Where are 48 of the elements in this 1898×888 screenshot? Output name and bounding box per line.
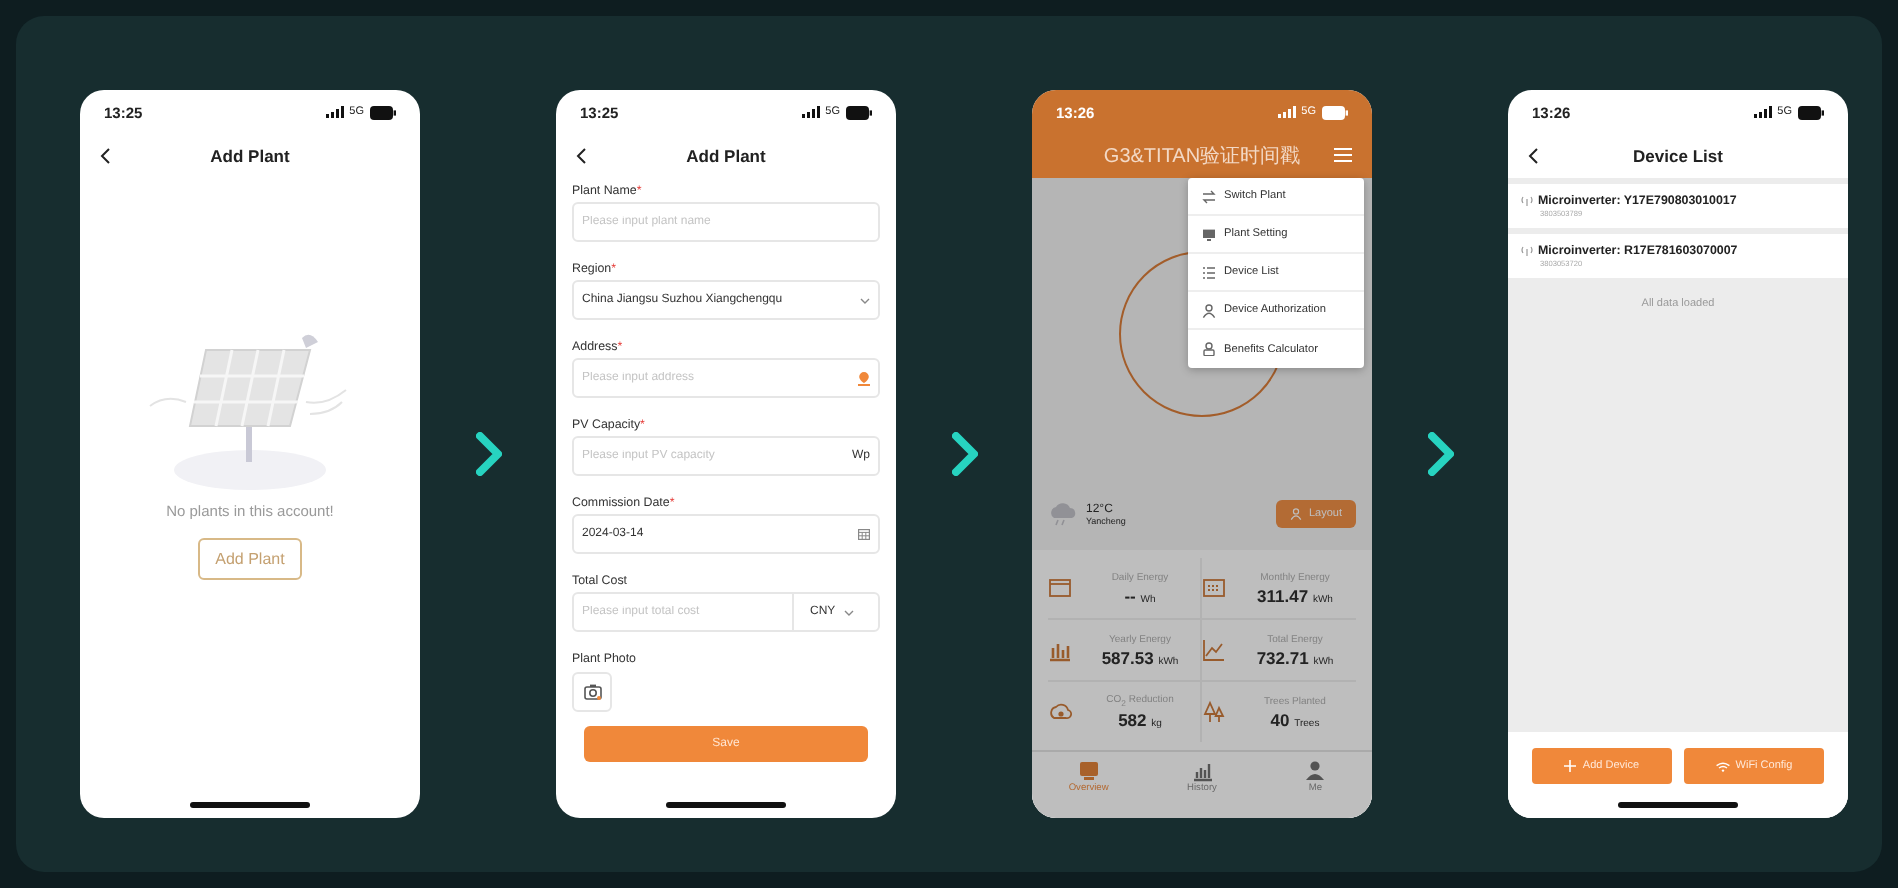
calendar-icon: [1202, 576, 1226, 600]
menu-icon[interactable]: [1334, 148, 1352, 162]
signal-icon: [325, 106, 344, 118]
monitor-icon: [1202, 227, 1216, 241]
battery-icon: [1798, 105, 1824, 119]
trees-icon: [1202, 700, 1226, 724]
chevron-down-icon: [860, 297, 870, 303]
chevron-right-icon: [1427, 432, 1453, 476]
person-icon: [1290, 508, 1303, 520]
home-indicator: [1618, 802, 1738, 808]
battery-icon: [1322, 105, 1348, 119]
cloud-icon: [1048, 700, 1072, 724]
signal-icon: [1753, 106, 1772, 118]
battery-icon: [370, 105, 396, 119]
back-icon[interactable]: [99, 148, 109, 164]
screen-title: Add Plant: [684, 146, 768, 166]
plus-icon: [1564, 760, 1577, 772]
swap-icon: [1202, 189, 1216, 203]
photo-upload-button[interactable]: [572, 672, 612, 712]
location-pin-icon: [858, 371, 870, 385]
bar-chart-icon: [1048, 638, 1072, 662]
monitor-icon: [1077, 760, 1100, 782]
screen-title: Add Plant: [208, 146, 292, 166]
person-lock-icon: [1202, 342, 1216, 356]
back-icon[interactable]: [1527, 148, 1537, 164]
home-indicator: [190, 802, 310, 808]
home-indicator: [666, 802, 786, 808]
bar-chart-icon: [1191, 760, 1213, 782]
antenna-icon: [1520, 196, 1534, 206]
calendar-icon: [1048, 576, 1072, 600]
battery-icon: [846, 105, 872, 119]
rain-cloud-icon: [1048, 502, 1078, 526]
person-icon: [1202, 303, 1216, 317]
person-icon: [1304, 760, 1327, 782]
chevron-right-icon: [951, 432, 977, 476]
antenna-icon: [1520, 246, 1534, 256]
signal-icon: [1277, 106, 1296, 118]
list-icon: [1202, 265, 1216, 279]
screen-title: Device List: [1631, 146, 1725, 166]
camera-icon: [583, 684, 601, 700]
plant-title: G3&TITAN验证时间戳: [1103, 143, 1301, 170]
back-icon[interactable]: [575, 148, 585, 164]
calendar-icon: [858, 528, 870, 540]
line-chart-icon: [1202, 638, 1226, 662]
chevron-down-icon: [843, 609, 854, 615]
chevron-right-icon: [475, 432, 501, 476]
wifi-icon: [1715, 761, 1730, 771]
signal-icon: [801, 106, 820, 118]
